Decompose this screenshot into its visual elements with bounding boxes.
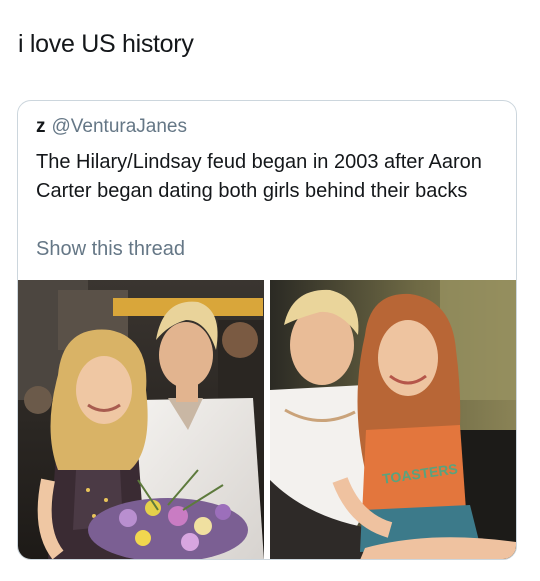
quoted-tweet-header: z @VenturaJanes [36,115,187,139]
quoted-display-name[interactable]: z [36,116,46,137]
photo-left[interactable] [18,280,264,559]
quoted-tweet-card[interactable]: z @VenturaJanes The Hilary/Lindsay feud b… [17,100,517,560]
photo-hilary-aaron-icon [18,280,264,559]
tweet-text: i love US history [18,30,194,58]
quoted-tweet-body: The Hilary/Lindsay feud began in 2003 af… [36,151,482,202]
photo-right[interactable]: TOASTERS [270,280,516,559]
photo-aaron-lindsay-icon: TOASTERS [270,280,516,559]
show-thread-link[interactable]: Show this thread [36,236,185,262]
quoted-handle[interactable]: @VenturaJanes [52,116,188,137]
media-gallery: TOASTERS [18,280,516,559]
